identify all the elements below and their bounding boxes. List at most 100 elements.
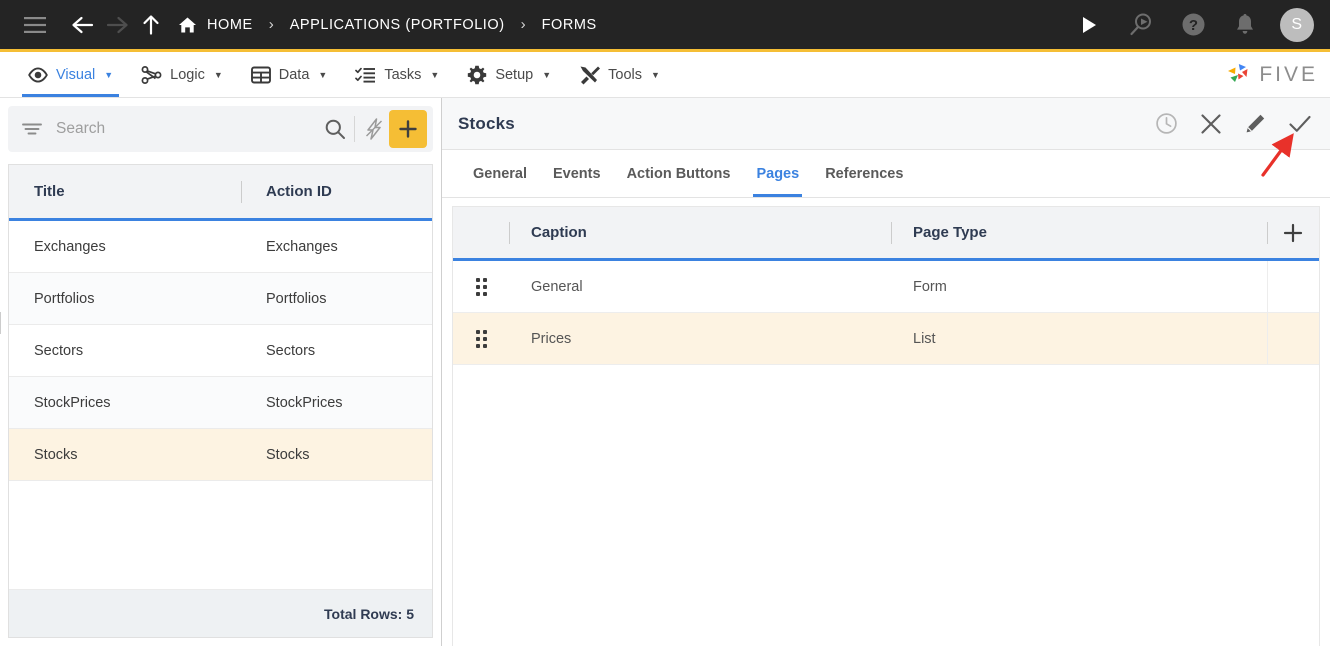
- nav-item-tasks[interactable]: Tasks ▼: [341, 52, 453, 97]
- chevron-down-icon: ▼: [213, 69, 223, 80]
- history-clock-icon[interactable]: [1155, 112, 1178, 135]
- detail-header-actions: [1155, 112, 1312, 135]
- table-empty-area: [453, 365, 1319, 646]
- table-row[interactable]: General Form: [453, 261, 1319, 313]
- search-input[interactable]: [42, 120, 324, 138]
- search-bar: [8, 106, 433, 152]
- save-check-icon[interactable]: [1288, 113, 1312, 135]
- bell-icon[interactable]: [1228, 8, 1262, 42]
- nav-label-setup: Setup: [495, 66, 534, 83]
- nav-item-visual[interactable]: Visual ▼: [14, 52, 127, 97]
- up-arrow-icon[interactable]: [134, 8, 168, 42]
- close-x-icon[interactable]: [1200, 113, 1222, 135]
- table-row[interactable]: Exchanges Exchanges: [9, 221, 432, 273]
- table-empty-area: [9, 481, 432, 590]
- help-icon[interactable]: ?: [1176, 8, 1210, 42]
- forms-table-header: Title Action ID: [9, 165, 432, 221]
- breadcrumb: HOME › APPLICATIONS (PORTFOLIO) › FORMS: [178, 16, 597, 34]
- avatar[interactable]: S: [1280, 7, 1314, 42]
- nav-label-visual: Visual: [56, 66, 96, 83]
- nav-item-data[interactable]: Data ▼: [237, 52, 342, 97]
- search-icon[interactable]: [324, 118, 346, 140]
- nav-label-data: Data: [278, 66, 310, 83]
- chevron-down-icon: ▼: [104, 69, 114, 80]
- tab-events[interactable]: Events: [540, 150, 614, 197]
- detail-tabs: General Events Action Buttons Pages Refe…: [442, 150, 1330, 198]
- nav-item-setup[interactable]: Setup ▼: [453, 52, 565, 97]
- column-header-title[interactable]: Title: [9, 183, 241, 200]
- filter-icon[interactable]: [22, 122, 42, 136]
- add-page-button[interactable]: [1267, 223, 1319, 243]
- nav-item-logic[interactable]: Logic ▼: [127, 52, 237, 97]
- five-logo: FIVE: [1225, 52, 1330, 97]
- forward-arrow-icon[interactable]: [100, 8, 134, 42]
- breadcrumb-item-applications[interactable]: APPLICATIONS (PORTFOLIO): [290, 17, 505, 33]
- search-run-icon[interactable]: [1124, 8, 1158, 42]
- detail-header: Stocks: [442, 98, 1330, 150]
- cell-title: Exchanges: [34, 238, 106, 255]
- forms-list-panel: Title Action ID Exchanges Exchanges Port…: [0, 98, 442, 646]
- cell-title: Sectors: [34, 342, 84, 359]
- table-row[interactable]: Sectors Sectors: [9, 325, 432, 377]
- total-rows-label: Total Rows: 5: [8, 590, 433, 638]
- cell-title: Stocks: [34, 446, 78, 463]
- cell-action-id: Sectors: [241, 343, 432, 359]
- tab-label-references: References: [825, 165, 904, 182]
- table-row-selected[interactable]: Prices List: [453, 313, 1319, 365]
- tab-pages[interactable]: Pages: [743, 150, 812, 197]
- top-bar-actions: ? S: [1072, 7, 1314, 42]
- breadcrumb-separator-2: ›: [520, 16, 526, 33]
- tools-icon: [579, 65, 601, 85]
- table-row[interactable]: Portfolios Portfolios: [9, 273, 432, 325]
- form-detail-panel: Stocks General Events Action Buttons Pag…: [442, 98, 1330, 646]
- main-content: Title Action ID Exchanges Exchanges Port…: [0, 98, 1330, 646]
- column-header-action-id[interactable]: Action ID: [241, 183, 432, 200]
- nav-label-tasks: Tasks: [384, 66, 422, 83]
- cell-action-id: StockPrices: [241, 395, 432, 411]
- column-header-page-type[interactable]: Page Type: [891, 224, 1267, 241]
- pages-table: Caption Page Type General Form Prices Li…: [452, 206, 1320, 646]
- row-actions[interactable]: [1267, 313, 1319, 364]
- breadcrumb-label-forms: FORMS: [541, 16, 597, 33]
- add-form-button[interactable]: [389, 110, 427, 148]
- cell-action-id: Exchanges: [241, 239, 432, 255]
- breadcrumb-item-forms[interactable]: FORMS: [542, 17, 597, 33]
- five-logo-text: FIVE: [1259, 62, 1318, 86]
- table-row[interactable]: StockPrices StockPrices: [9, 377, 432, 429]
- home-icon: [178, 16, 197, 34]
- svg-text:?: ?: [1188, 17, 1197, 34]
- tab-label-pages: Pages: [756, 165, 800, 182]
- tab-label-events: Events: [553, 165, 601, 182]
- nav-item-tools[interactable]: Tools ▼: [565, 52, 674, 97]
- chevron-down-icon: ▼: [430, 69, 440, 80]
- breadcrumb-separator-1: ›: [268, 16, 274, 33]
- pages-table-header: Caption Page Type: [453, 207, 1319, 261]
- drag-handle-icon[interactable]: [453, 277, 509, 296]
- edit-pencil-icon[interactable]: [1244, 113, 1266, 135]
- forms-table: Title Action ID Exchanges Exchanges Port…: [8, 164, 433, 590]
- cell-action-id: Portfolios: [241, 291, 432, 307]
- breadcrumb-label-applications: APPLICATIONS (PORTFOLIO): [289, 16, 505, 33]
- page-title: Stocks: [458, 113, 515, 133]
- row-actions[interactable]: [1267, 261, 1319, 312]
- menu-icon[interactable]: [18, 8, 52, 42]
- five-pinwheel-icon: [1225, 62, 1252, 88]
- cell-caption: Prices: [531, 330, 572, 347]
- cell-title: Portfolios: [34, 290, 95, 307]
- play-icon[interactable]: [1072, 8, 1106, 42]
- table-row-selected[interactable]: Stocks Stocks: [9, 429, 432, 481]
- checklist-icon: [355, 66, 376, 84]
- breadcrumb-label-home: HOME: [207, 16, 253, 33]
- column-header-caption[interactable]: Caption: [509, 224, 891, 241]
- tab-action-buttons[interactable]: Action Buttons: [614, 150, 744, 197]
- back-arrow-icon[interactable]: [66, 8, 100, 42]
- tab-label-action-buttons: Action Buttons: [626, 165, 731, 182]
- lightning-bolt-icon[interactable]: [363, 117, 385, 141]
- top-bar: HOME › APPLICATIONS (PORTFOLIO) › FORMS: [0, 0, 1330, 52]
- nav-label-logic: Logic: [170, 66, 205, 83]
- cell-page-type: List: [913, 330, 936, 347]
- tab-references[interactable]: References: [812, 150, 916, 197]
- breadcrumb-item-home[interactable]: HOME: [178, 16, 253, 34]
- tab-general[interactable]: General: [460, 150, 540, 197]
- drag-handle-icon[interactable]: [453, 329, 509, 348]
